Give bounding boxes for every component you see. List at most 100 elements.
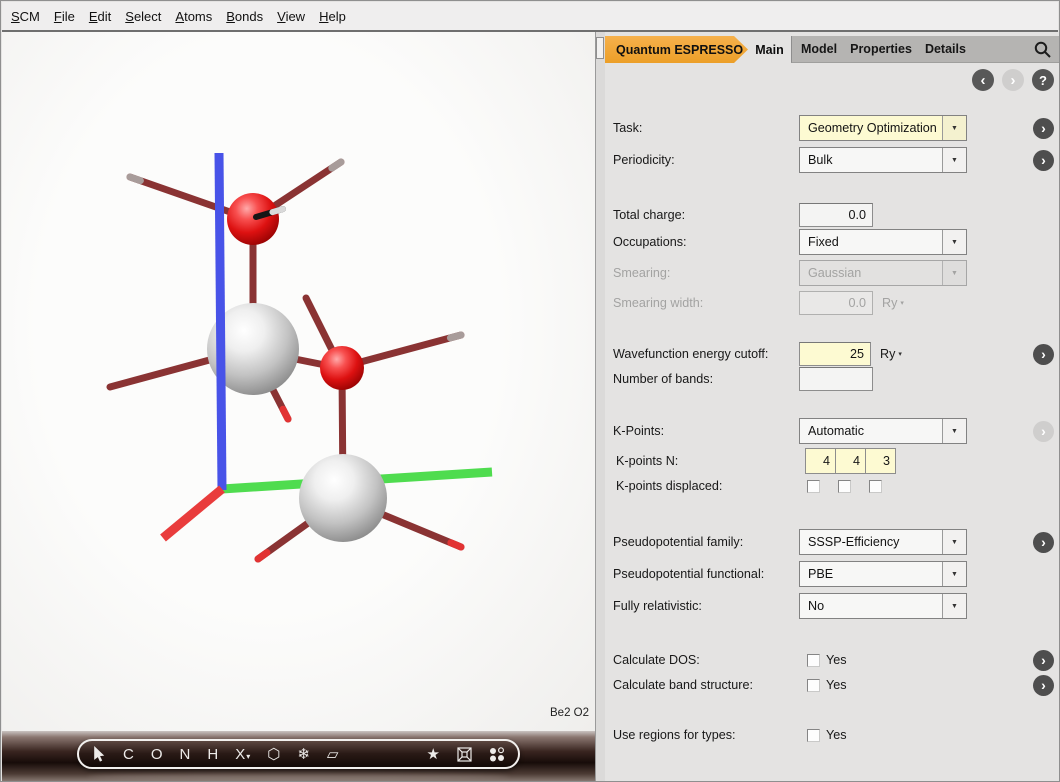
bond-tip bbox=[283, 409, 288, 419]
kpoints-n2-input[interactable]: 4 bbox=[835, 448, 866, 474]
kpoints-value: Automatic bbox=[800, 419, 942, 443]
bond-tip bbox=[258, 553, 267, 559]
pseudo-family-dropdown[interactable]: SSSP-Efficiency ▼ bbox=[799, 529, 967, 555]
menu-select[interactable]: Select bbox=[125, 9, 161, 24]
calc-dos-checkbox[interactable] bbox=[807, 654, 820, 667]
menu-view[interactable]: View bbox=[277, 9, 305, 24]
settings-panel: Quantum ESPRESSO Main Model Properties D… bbox=[605, 32, 1060, 782]
viewer-toolbar-strip: C O N H X▾ ⬡ ❄ ▱ ★ bbox=[2, 731, 595, 782]
dropdown-arrow-icon: ▼ bbox=[942, 148, 966, 172]
splitter-handle[interactable] bbox=[596, 37, 604, 59]
fully-relativistic-label: Fully relativistic: bbox=[613, 599, 799, 613]
use-regions-yes-label: Yes bbox=[826, 728, 847, 742]
element-o-button[interactable]: O bbox=[151, 747, 163, 762]
nav-back-button[interactable]: ‹ bbox=[972, 69, 994, 91]
nav-forward-button[interactable]: › bbox=[1002, 69, 1024, 91]
menu-scm[interactable]: SCM bbox=[11, 9, 40, 24]
number-of-bands-input[interactable] bbox=[799, 367, 873, 391]
element-c-button[interactable]: C bbox=[123, 747, 134, 762]
molecule-viewport[interactable]: Be2 O2 bbox=[2, 32, 595, 731]
dropdown-arrow-icon: ▼ bbox=[942, 116, 966, 140]
kpoints-displaced-1-checkbox[interactable] bbox=[807, 480, 820, 493]
calc-band-checkbox[interactable] bbox=[807, 679, 820, 692]
pseudo-family-detail-button[interactable]: › bbox=[1033, 532, 1054, 553]
pseudo-family-value: SSSP-Efficiency bbox=[800, 530, 942, 554]
kpoints-displaced-2-checkbox[interactable] bbox=[838, 480, 851, 493]
menu-edit[interactable]: Edit bbox=[89, 9, 111, 24]
atom-O[interactable] bbox=[227, 193, 279, 245]
calc-band-label: Calculate band structure: bbox=[613, 678, 799, 692]
task-label: Task: bbox=[613, 121, 799, 135]
search-icon[interactable] bbox=[1034, 41, 1051, 58]
freeze-tool-icon[interactable]: ❄ bbox=[297, 747, 310, 762]
kpoints-displaced-3-checkbox[interactable] bbox=[869, 480, 882, 493]
wavefunction-cutoff-label: Wavefunction energy cutoff: bbox=[613, 347, 799, 361]
tab-properties[interactable]: Properties bbox=[850, 42, 912, 56]
dropdown-arrow-icon: ▼ bbox=[942, 562, 966, 586]
tab-details[interactable]: Details bbox=[925, 42, 966, 56]
menu-help[interactable]: Help bbox=[319, 9, 346, 24]
lattice-vector-a[interactable] bbox=[163, 489, 222, 538]
ring-tool-icon[interactable]: ⬡ bbox=[267, 747, 280, 762]
periodicity-label: Periodicity: bbox=[613, 153, 799, 167]
dropdown-arrow-icon: ▼ bbox=[942, 261, 966, 285]
fully-relativistic-dropdown[interactable]: No ▼ bbox=[799, 593, 967, 619]
atom-O[interactable] bbox=[320, 346, 364, 390]
use-regions-checkbox[interactable] bbox=[807, 729, 820, 742]
lattice-vector-c[interactable] bbox=[219, 153, 222, 490]
kpoints-dropdown[interactable]: Automatic ▼ bbox=[799, 418, 967, 444]
kpoints-n-label: K-points N: bbox=[613, 454, 799, 468]
smearing-value: Gaussian bbox=[800, 261, 942, 285]
menu-atoms[interactable]: Atoms bbox=[175, 9, 212, 24]
wavefunction-cutoff-input[interactable]: 25 bbox=[799, 342, 871, 366]
smearing-label: Smearing: bbox=[613, 266, 799, 280]
periodicity-dropdown[interactable]: Bulk ▼ bbox=[799, 147, 967, 173]
unit-dropdown-icon: ▾ bbox=[900, 299, 904, 307]
bond-tip bbox=[451, 543, 461, 547]
calc-dos-detail-button[interactable]: › bbox=[1033, 650, 1054, 671]
atom-Be[interactable] bbox=[299, 454, 387, 542]
calc-dos-label: Calculate DOS: bbox=[613, 653, 799, 667]
menu-bonds[interactable]: Bonds bbox=[226, 9, 263, 24]
plane-tool-icon[interactable]: ▱ bbox=[327, 747, 339, 762]
tab-quantum-espresso[interactable]: Quantum ESPRESSO bbox=[605, 36, 748, 63]
atom-types-icon[interactable] bbox=[489, 747, 505, 762]
element-x-button[interactable]: X▾ bbox=[235, 747, 250, 762]
bond-tip bbox=[272, 209, 283, 212]
pointer-tool-icon[interactable] bbox=[92, 746, 106, 762]
task-value: Geometry Optimization bbox=[800, 116, 942, 140]
number-of-bands-label: Number of bands: bbox=[613, 372, 799, 386]
favorites-icon[interactable]: ★ bbox=[427, 747, 440, 762]
wavefunction-cutoff-unit[interactable]: Ry▾ bbox=[880, 347, 902, 361]
occupations-label: Occupations: bbox=[613, 235, 799, 249]
kpoints-n1-input[interactable]: 4 bbox=[805, 448, 836, 474]
pseudo-functional-dropdown[interactable]: PBE ▼ bbox=[799, 561, 967, 587]
pseudo-functional-label: Pseudopotential functional: bbox=[613, 567, 799, 581]
periodicity-value: Bulk bbox=[800, 148, 942, 172]
periodicity-detail-button[interactable]: › bbox=[1033, 150, 1054, 171]
total-charge-input[interactable]: 0.0 bbox=[799, 203, 873, 227]
panel-splitter[interactable] bbox=[595, 32, 605, 782]
element-h-button[interactable]: H bbox=[207, 747, 218, 762]
occupations-dropdown[interactable]: Fixed ▼ bbox=[799, 229, 967, 255]
task-dropdown[interactable]: Geometry Optimization ▼ bbox=[799, 115, 967, 141]
cutoff-detail-button[interactable]: › bbox=[1033, 344, 1054, 365]
dropdown-arrow-icon: ▼ bbox=[942, 419, 966, 443]
molecule-canvas[interactable] bbox=[2, 32, 595, 731]
menu-file[interactable]: File bbox=[54, 9, 75, 24]
menu-bar: SCM File Edit Select Atoms Bonds View He… bbox=[2, 2, 1058, 32]
kpoints-detail-button[interactable]: › bbox=[1033, 421, 1054, 442]
periodic-cell-icon[interactable] bbox=[457, 747, 472, 762]
calc-band-detail-button[interactable]: › bbox=[1033, 675, 1054, 696]
tab-model[interactable]: Model bbox=[801, 42, 837, 56]
unit-dropdown-icon: ▾ bbox=[898, 350, 902, 358]
tab-main[interactable]: Main bbox=[748, 36, 791, 63]
element-n-button[interactable]: N bbox=[180, 747, 191, 762]
smearing-width-input: 0.0 bbox=[799, 291, 873, 315]
task-detail-button[interactable]: › bbox=[1033, 118, 1054, 139]
kpoints-n3-input[interactable]: 3 bbox=[865, 448, 896, 474]
dropdown-arrow-icon: ▼ bbox=[942, 530, 966, 554]
bond-tip bbox=[450, 335, 461, 338]
help-button[interactable]: ? bbox=[1032, 69, 1054, 91]
bond-tip bbox=[130, 177, 140, 181]
